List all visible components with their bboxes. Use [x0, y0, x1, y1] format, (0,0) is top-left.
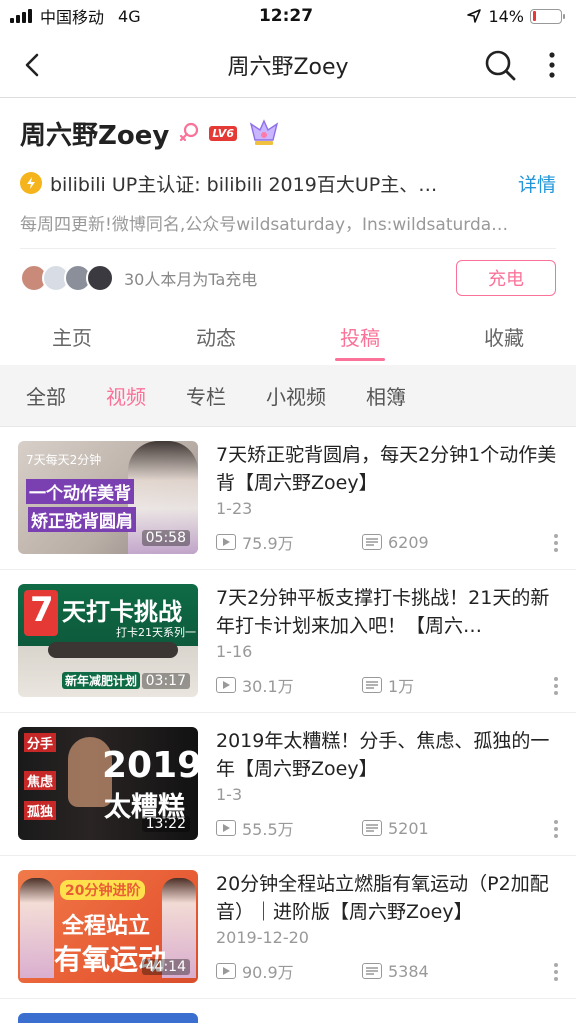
- signature-text: 每周四更新!微博同名,公众号wildsaturday，Ins:wildsatur…: [20, 215, 509, 235]
- more-options-button[interactable]: [542, 47, 562, 83]
- video-duration: 44:14: [141, 959, 190, 975]
- video-thumbnail[interactable]: 7天每天2分钟 一个动作美背 矫正驼背圆肩 05:58: [18, 441, 198, 554]
- more-icon[interactable]: [554, 677, 558, 695]
- thumbnail-text: 7: [30, 590, 54, 630]
- list-item[interactable]: [0, 999, 576, 1023]
- tab-uploads[interactable]: 投稿: [288, 307, 432, 365]
- vertical-dots-icon: [549, 51, 555, 78]
- thumbnail-text: 20分钟进阶: [60, 880, 146, 900]
- video-thumbnail[interactable]: 7 天打卡挑战 打卡21天系列一 新年减肥计划 03:17: [18, 584, 198, 697]
- thumbnail-text: 分手: [24, 733, 57, 752]
- danmaku-count: 6209: [388, 532, 429, 552]
- more-icon[interactable]: [554, 820, 558, 838]
- more-icon[interactable]: [554, 963, 558, 981]
- subtab-column[interactable]: 专栏: [166, 381, 246, 410]
- danmaku-count: 5201: [388, 818, 429, 838]
- play-count: 30.1万: [242, 677, 294, 696]
- video-title[interactable]: 20分钟全程站立燃脂有氧运动（P2加配音）｜进阶版【周六野Zoey】: [216, 870, 562, 926]
- subtab-video[interactable]: 视频: [86, 381, 166, 410]
- danmaku-count: 5384: [388, 961, 429, 981]
- profile-section: 周六野Zoey LV6 bilibili UP主认证: bilibili 201…: [0, 98, 576, 307]
- tab-dynamic[interactable]: 动态: [144, 307, 288, 365]
- thumbnail-text: 2019: [102, 745, 198, 786]
- video-date: 1-23: [216, 499, 253, 518]
- video-date: 2019-12-20: [216, 928, 309, 947]
- nav-bar: 周六野Zoey: [0, 32, 576, 98]
- list-item[interactable]: 20分钟进阶 全程站立 有氧运动 44:14 20分钟全程站立燃脂有氧运动（P2…: [0, 856, 576, 999]
- video-thumbnail[interactable]: 20分钟进阶 全程站立 有氧运动 44:14: [18, 870, 198, 983]
- search-icon: [485, 50, 516, 80]
- thumbnail-text: 全程站立: [62, 914, 151, 939]
- play-count: 55.5万: [242, 820, 294, 839]
- avatar: [86, 264, 114, 292]
- video-title[interactable]: 7天矫正驼背圆肩，每天2分钟1个动作美背【周六野Zoey】: [216, 441, 562, 497]
- signal-icon: [10, 9, 32, 23]
- video-title[interactable]: 7天2分钟平板支撑打卡挑战！21天的新年打卡计划来加入吧！【周六…: [216, 584, 562, 640]
- subtab-album[interactable]: 相簿: [346, 381, 426, 410]
- thumbnail-text: 新年减肥计划: [62, 672, 141, 689]
- certification-text: bilibili UP主认证: bilibili 2019百大UP主、…: [50, 173, 438, 196]
- video-duration: 03:17: [141, 673, 190, 689]
- certification-icon: [20, 172, 42, 194]
- tab-favorites[interactable]: 收藏: [432, 307, 576, 365]
- danmaku-count-icon: [362, 534, 382, 550]
- charge-count-text: 30人本月为Ta充电: [124, 270, 258, 289]
- video-thumbnail[interactable]: 分手 焦虑 孤独 2019 太糟糕 13:22: [18, 727, 198, 840]
- thumbnail-text: 打卡21天系列一: [116, 626, 196, 639]
- tab-home[interactable]: 主页: [0, 307, 144, 365]
- search-button[interactable]: [482, 47, 518, 83]
- video-title[interactable]: 2019年太糟糕！分手、焦虑、孤独的一年【周六野Zoey】: [216, 727, 562, 783]
- play-count-icon: [216, 677, 236, 693]
- female-gender-icon: [180, 122, 199, 142]
- video-duration: 13:22: [141, 816, 190, 832]
- thumbnail-text: 矫正驼背圆肩: [28, 507, 136, 532]
- profile-tabs: 主页 动态 投稿 收藏: [0, 307, 576, 365]
- back-arrow-icon: [25, 53, 39, 76]
- list-item[interactable]: 7 天打卡挑战 打卡21天系列一 新年减肥计划 03:17 7天2分钟平板支撑打…: [0, 570, 576, 713]
- upload-subtabs: 全部 视频 专栏 小视频 相簿: [0, 365, 576, 427]
- more-icon[interactable]: [554, 534, 558, 552]
- video-date: 1-16: [216, 642, 253, 661]
- danmaku-count: 1万: [388, 677, 415, 696]
- detail-link[interactable]: 详情: [518, 170, 556, 197]
- location-arrow-icon: [467, 9, 482, 23]
- username: 周六野Zoey: [20, 120, 170, 151]
- charge-button[interactable]: 充电: [456, 260, 556, 296]
- thumbnail-text: 7天每天2分钟: [26, 453, 102, 467]
- list-item[interactable]: 分手 焦虑 孤独 2019 太糟糕 13:22 2019年太糟糕！分手、焦虑、孤…: [0, 713, 576, 856]
- play-count: 75.9万: [242, 534, 294, 553]
- battery-percent: 14%: [488, 6, 524, 26]
- battery-icon: [530, 8, 565, 24]
- status-bar: 中国移动 4G 12:27 14%: [0, 0, 576, 32]
- list-item[interactable]: 7天每天2分钟 一个动作美背 矫正驼背圆肩 05:58 7天矫正驼背圆肩，每天2…: [0, 427, 576, 570]
- thumbnail-text: 一个动作美背: [26, 479, 134, 504]
- subtab-all[interactable]: 全部: [6, 381, 86, 410]
- subtab-short-video[interactable]: 小视频: [246, 381, 346, 410]
- play-count-icon: [216, 963, 236, 979]
- video-thumbnail[interactable]: [18, 1013, 198, 1023]
- level-badge: LV6: [209, 125, 237, 141]
- video-list: 7天每天2分钟 一个动作美背 矫正驼背圆肩 05:58 7天矫正驼背圆肩，每天2…: [0, 427, 576, 1023]
- danmaku-count-icon: [362, 963, 382, 979]
- network-label: 4G: [118, 6, 141, 26]
- play-count-icon: [216, 534, 236, 550]
- video-duration: 05:58: [141, 530, 190, 546]
- back-button[interactable]: [14, 47, 50, 83]
- charger-avatars[interactable]: [20, 264, 114, 292]
- play-count-icon: [216, 820, 236, 836]
- video-date: 1-3: [216, 785, 243, 804]
- crown-badge-icon: [249, 119, 279, 145]
- danmaku-count-icon: [362, 677, 382, 693]
- carrier-label: 中国移动: [40, 8, 105, 27]
- play-count: 90.9万: [242, 963, 294, 982]
- thumbnail-text: 天打卡挑战: [62, 598, 182, 626]
- clock: 12:27: [258, 6, 314, 26]
- thumbnail-text: 孤独: [24, 801, 57, 820]
- danmaku-count-icon: [362, 820, 382, 836]
- thumbnail-text: 焦虑: [24, 771, 57, 790]
